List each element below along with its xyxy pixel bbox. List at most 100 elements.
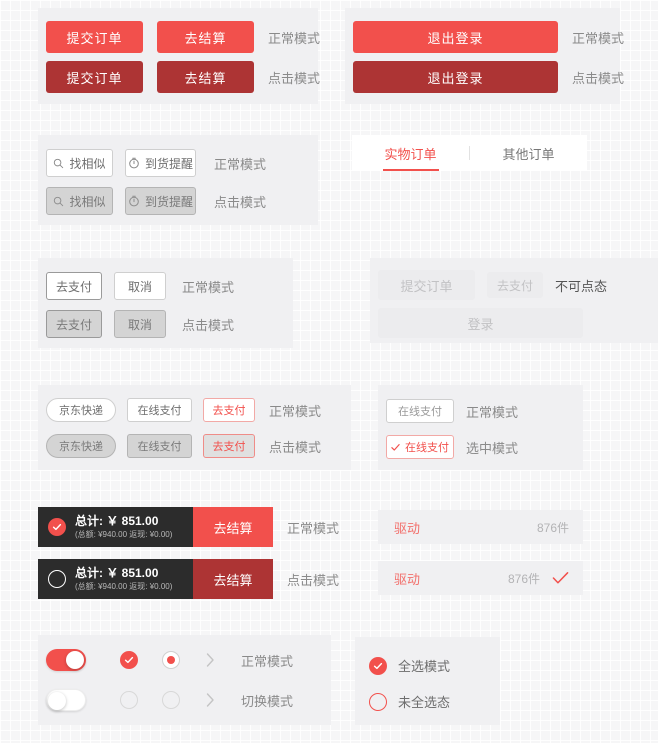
icon-mode-label-pressed: 点击模式 [214,194,267,210]
select-all-checkbox-checked[interactable] [48,518,66,536]
controls-mode-label-normal: 正常模式 [241,653,294,669]
panel-checkout-bars: 总计: ￥ 851.00 (总额: ¥940.00 返现: ¥0.00) 去结算… [38,498,358,606]
logout-button[interactable]: 退出登录 [353,21,558,53]
select-all-label: 全选模式 [398,659,451,674]
pay-button-disabled: 去支付 [487,272,543,298]
logout-mode-label-pressed: 点击模式 [572,70,625,86]
check-icon [391,443,400,452]
list-item-count: 876件 [536,520,569,535]
radio-unselected-icon[interactable] [162,691,180,709]
pay-tag-pressed[interactable]: 去支付 [203,434,255,458]
cancel-button-pressed[interactable]: 取消 [114,310,166,338]
online-pay-tag-pressed[interactable]: 在线支付 [127,434,192,458]
find-similar-button[interactable]: 找相似 [46,149,113,177]
checkout-bar-pressed: 总计: ￥ 851.00 (总额: ¥940.00 返现: ¥0.00) 去结算 [38,559,273,599]
login-button-disabled: 登录 [378,308,583,338]
tab-other-orders[interactable]: 其他订单 [470,135,587,171]
toggle-off-icon[interactable] [46,689,86,711]
list-item-selected[interactable]: 驱动 876件 [378,561,583,595]
express-tag-pressed[interactable]: 京东快递 [46,434,116,458]
mode-label-pressed: 点击模式 [268,70,321,86]
submit-order-button[interactable]: 提交订单 [46,21,143,53]
panel-logout-buttons: 退出登录 正常模式 退出登录 点击模式 [345,8,624,104]
find-similar-button-pressed[interactable]: 找相似 [46,187,113,215]
clock-icon [128,157,140,169]
panel-order-tabs: 实物订单 其他订单 [352,135,587,171]
arrival-reminder-button-pressed[interactable]: 到货提醒 [125,187,196,215]
find-similar-label: 找相似 [69,156,106,171]
select-all-checkbox-unchecked[interactable] [48,570,66,588]
select-mode-label-selected: 选中模式 [466,440,519,456]
mode-label-normal: 正常模式 [268,30,321,46]
panel-select-all: 全选模式 未全选态 [355,637,500,725]
arrival-reminder-button[interactable]: 到货提醒 [125,149,196,177]
controls-mode-label-toggled: 切换模式 [241,693,294,709]
panel-select-buttons: 在线支付 正常模式 在线支付 选中模式 [378,385,583,470]
checkout-summary-pressed: 总计: ￥ 851.00 (总额: ¥940.00 返现: ¥0.00) [38,559,193,599]
checkout-mode-label-normal: 正常模式 [287,520,340,536]
pay-button[interactable]: 去支付 [46,272,102,300]
checkbox-checked-icon[interactable] [120,651,138,669]
search-icon [53,196,64,207]
list-item-name: 驱动 [394,520,421,536]
search-icon [53,158,64,169]
cancel-button[interactable]: 取消 [114,272,166,300]
disabled-state-label: 不可点态 [555,278,608,294]
checkout-summary: 总计: ￥ 851.00 (总额: ¥940.00 返现: ¥0.00) [38,507,193,547]
ghost-mode-label-pressed: 点击模式 [182,317,235,333]
list-item-count: 876件 [507,571,540,586]
online-pay-option[interactable]: 在线支付 [386,399,454,423]
arrival-reminder-label: 到货提醒 [144,156,193,171]
partial-select-row[interactable]: 未全选态 [369,692,450,711]
panel-primary-buttons: 提交订单 去结算 正常模式 提交订单 去结算 点击模式 [38,8,321,104]
checkout-button[interactable]: 去结算 [193,507,273,547]
go-checkout-button-pressed[interactable]: 去结算 [157,61,254,93]
panel-tag-buttons: 京东快递 在线支付 去支付 正常模式 京东快递 在线支付 去支付 点击模式 [38,385,351,470]
circle-outline-red-icon[interactable] [369,692,387,711]
checkout-subtotal: (总额: ¥940.00 返现: ¥0.00) [75,530,173,540]
find-similar-label: 找相似 [69,194,106,209]
tag-mode-label-pressed: 点击模式 [269,439,322,455]
order-tabs: 实物订单 其他订单 [352,135,587,171]
partial-select-label: 未全选态 [398,695,451,710]
panel-icon-buttons: 找相似 到货提醒 正常模式 找相似 到货提醒 点击模式 [38,135,318,225]
tag-mode-label-normal: 正常模式 [269,403,322,419]
check-circle-filled-icon[interactable] [369,656,387,675]
checkout-subtotal: (总额: ¥940.00 返现: ¥0.00) [75,582,173,592]
panel-list-rows: 驱动 876件 驱动 876件 [378,510,583,595]
go-checkout-button[interactable]: 去结算 [157,21,254,53]
express-tag[interactable]: 京东快递 [46,398,116,422]
checkout-total: 总计: ￥ 851.00 [75,565,159,580]
icon-mode-label-normal: 正常模式 [214,156,267,172]
logout-button-pressed[interactable]: 退出登录 [353,61,558,93]
list-item[interactable]: 驱动 876件 [378,510,583,544]
checkout-button-pressed[interactable]: 去结算 [193,559,273,599]
chevron-right-icon[interactable] [206,693,215,707]
panel-controls: 正常模式 切换模式 [38,635,331,725]
submit-order-button-disabled: 提交订单 [378,270,475,300]
online-pay-tag[interactable]: 在线支付 [127,398,192,422]
online-pay-option-selected[interactable]: 在线支付 [386,435,454,459]
online-pay-selected-label: 在线支付 [405,442,449,454]
list-item-name: 驱动 [394,571,421,587]
checkout-mode-label-pressed: 点击模式 [287,572,340,588]
chevron-right-icon[interactable] [206,653,215,667]
submit-order-button-pressed[interactable]: 提交订单 [46,61,143,93]
checkout-total: 总计: ￥ 851.00 [75,513,159,528]
pay-button-pressed[interactable]: 去支付 [46,310,102,338]
pay-tag[interactable]: 去支付 [203,398,255,422]
clock-icon [128,195,140,207]
select-mode-label-normal: 正常模式 [466,404,519,420]
arrival-reminder-label: 到货提醒 [144,194,193,209]
select-all-row[interactable]: 全选模式 [369,656,450,675]
toggle-on-icon[interactable] [46,649,86,671]
ghost-mode-label-normal: 正常模式 [182,279,235,295]
logout-mode-label-normal: 正常模式 [572,30,625,46]
tab-physical-orders[interactable]: 实物订单 [352,135,469,171]
checkbox-unchecked-icon[interactable] [120,691,138,709]
check-icon [552,571,569,585]
panel-disabled-buttons: 提交订单 去支付 不可点态 登录 [370,258,658,343]
radio-selected-icon[interactable] [162,651,180,669]
checkout-bar-normal: 总计: ￥ 851.00 (总额: ¥940.00 返现: ¥0.00) 去结算 [38,507,273,547]
panel-ghost-buttons: 去支付 取消 正常模式 去支付 取消 点击模式 [38,258,293,348]
